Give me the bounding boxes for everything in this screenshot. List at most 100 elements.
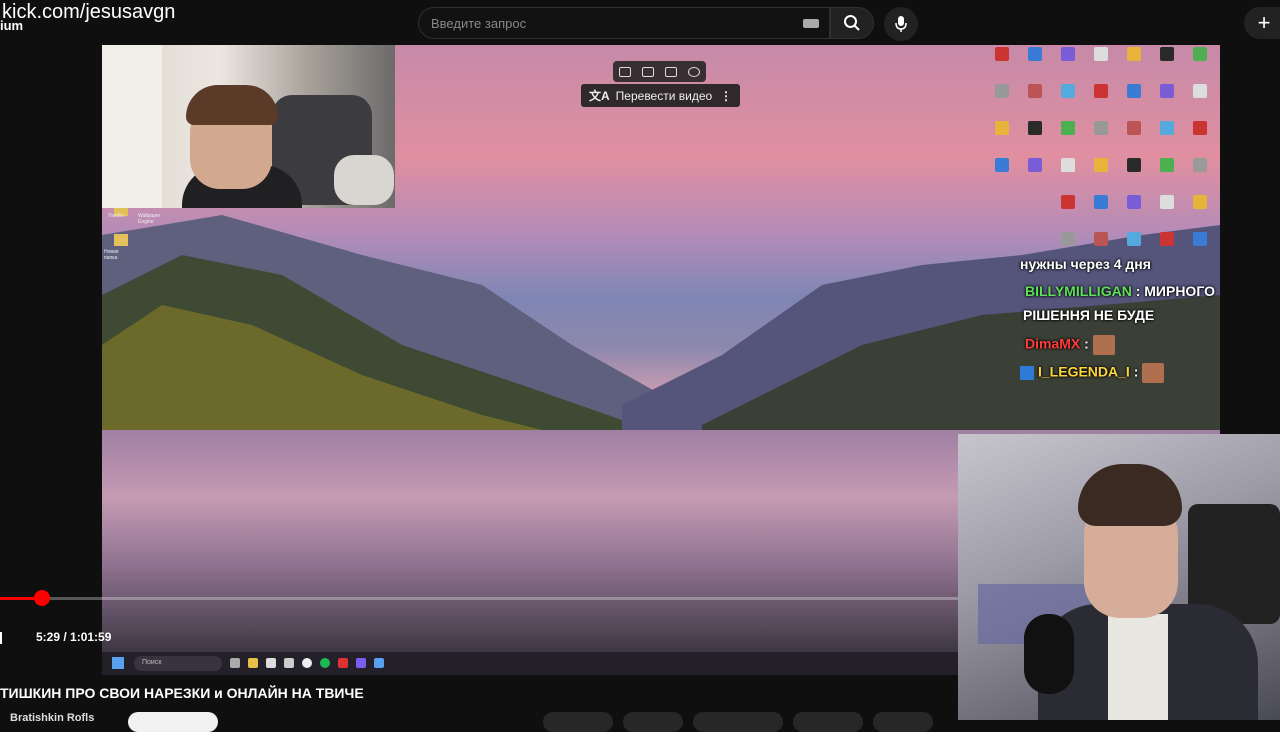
desktop-app-icon[interactable] (1028, 158, 1042, 172)
desktop-app-icon[interactable] (995, 121, 1009, 135)
channel-name[interactable]: Bratishkin Rofls (10, 712, 94, 724)
desktop-app-icon[interactable] (1127, 195, 1141, 209)
more-options-icon[interactable]: ⋮ (720, 89, 732, 103)
desktop-app-icon[interactable] (1193, 121, 1207, 135)
search-input[interactable]: Введите запрос (418, 7, 830, 39)
chat-badge-icon (1020, 366, 1034, 380)
folder-icon[interactable] (114, 234, 128, 246)
microphone (1024, 614, 1074, 694)
chat-text: : (1129, 363, 1139, 380)
windows-start-icon[interactable] (112, 657, 124, 669)
desktop-app-icon[interactable] (1028, 84, 1042, 98)
taskbar-search[interactable]: Поиск (134, 656, 222, 671)
chat-emote-icon (1092, 335, 1115, 355)
desktop-app-icon[interactable] (1061, 195, 1075, 209)
chat-message: BILLYMILLIGAN : МИРНОГО (1025, 283, 1215, 299)
desktop-app-icon[interactable] (1193, 195, 1207, 209)
desktop-app-icon[interactable] (995, 158, 1009, 172)
download-button[interactable] (693, 712, 783, 732)
desktop-app-icon[interactable] (1094, 232, 1108, 246)
chat-message: нужны через 4 дня (1020, 256, 1151, 272)
chat-text: : (1080, 335, 1089, 352)
create-button[interactable]: + (1244, 7, 1280, 39)
desktop-app-icon[interactable] (1061, 47, 1075, 61)
progress-bar[interactable] (0, 597, 958, 600)
video-title: ТИШКИН ПРО СВОИ НАРЕЗКИ и ОНЛАЙН НА ТВИЧ… (0, 685, 364, 701)
desktop-app-icon[interactable] (1193, 232, 1207, 246)
desktop-app-icon[interactable] (1094, 158, 1108, 172)
streamer-webcam-bottom (958, 434, 1280, 720)
video-toolbar (613, 61, 706, 82)
desktop-app-icon[interactable] (995, 84, 1009, 98)
translate-icon: 文A (589, 89, 610, 103)
note-icon[interactable] (665, 66, 678, 77)
desktop-app-icon[interactable] (1094, 84, 1108, 98)
record-icon[interactable] (641, 66, 654, 77)
create-icon: + (1257, 10, 1271, 35)
telegram-icon[interactable] (374, 658, 384, 668)
desktop-app-icon[interactable] (1094, 195, 1108, 209)
desktop-app-icon[interactable] (1061, 121, 1075, 135)
chat-username: DimaMX (1025, 335, 1081, 352)
desktop-icon-label: Yandex (108, 213, 125, 219)
clip-button[interactable] (793, 712, 863, 732)
desktop-app-icon[interactable] (995, 47, 1009, 61)
save-button[interactable] (873, 712, 933, 732)
spotify-icon[interactable] (320, 658, 330, 668)
desktop-app-icon[interactable] (1127, 158, 1141, 172)
chat-text: : МИРНОГО (1131, 283, 1215, 299)
desktop-app-icon[interactable] (1127, 121, 1141, 135)
desktop-app-icon[interactable] (1193, 84, 1207, 98)
subscribe-button[interactable] (128, 712, 218, 732)
like-button[interactable] (543, 712, 613, 732)
translate-video-button[interactable]: 文A Перевести видео ⋮ (581, 84, 740, 107)
share-button[interactable] (623, 712, 683, 732)
streamer-hair (1078, 464, 1182, 526)
play-pause-icon[interactable] (0, 632, 4, 644)
store-icon[interactable] (266, 658, 276, 668)
streamer-hair (186, 85, 278, 125)
desktop-app-icon[interactable] (1160, 158, 1174, 172)
translate-label: Перевести видео (615, 88, 713, 103)
desktop-taskbar: Поиск (102, 652, 962, 675)
desktop-app-icon[interactable] (1160, 232, 1174, 246)
desktop-app-icon[interactable] (1094, 47, 1108, 61)
desktop-app-icon[interactable] (1127, 47, 1141, 61)
translate-icon[interactable] (688, 66, 701, 77)
landscape-mountains (102, 215, 1220, 455)
desktop-app-icon[interactable] (1193, 47, 1207, 61)
desktop-app-icon[interactable] (1160, 195, 1174, 209)
task-view-icon[interactable] (230, 658, 240, 668)
desktop-app-icon[interactable] (1061, 84, 1075, 98)
chat-username: BILLYMILLIGAN (1025, 283, 1132, 299)
app-icon[interactable] (284, 658, 294, 668)
desktop-app-icon[interactable] (1127, 232, 1141, 246)
keyboard-icon[interactable] (803, 19, 819, 28)
progress-scrubber[interactable] (34, 590, 50, 606)
screenshot-icon[interactable] (618, 66, 631, 77)
tshirt (1108, 614, 1168, 720)
voice-search-button[interactable] (884, 7, 918, 41)
desktop-icon-label: Новая папка (104, 249, 119, 261)
chat-message: DimaMX : (1025, 335, 1115, 355)
desktop-app-icon[interactable] (1094, 121, 1108, 135)
desktop-app-icon[interactable] (1160, 84, 1174, 98)
desktop-app-icon[interactable] (1127, 84, 1141, 98)
desktop-app-icon[interactable] (1193, 158, 1207, 172)
desktop-app-icon[interactable] (1160, 121, 1174, 135)
chat-username: I_LEGENDA_I (1038, 363, 1130, 380)
search-button[interactable] (830, 7, 874, 39)
desktop-app-icon[interactable] (1061, 232, 1075, 246)
folder-icon[interactable] (248, 658, 258, 668)
yandex-icon[interactable] (302, 658, 312, 668)
desktop-app-icon[interactable] (1028, 121, 1042, 135)
desktop-app-icon[interactable] (1160, 47, 1174, 61)
red-app-icon[interactable] (338, 658, 348, 668)
discord-icon[interactable] (356, 658, 366, 668)
desktop-icon-label: Wallpaper Engine (138, 213, 161, 225)
chat-text: РІШЕННЯ НЕ БУДЕ (1023, 307, 1155, 323)
desktop-app-icon[interactable] (1028, 47, 1042, 61)
desktop-app-icon[interactable] (1061, 158, 1075, 172)
chat-message: РІШЕННЯ НЕ БУДЕ (1023, 307, 1154, 323)
chat-message: I_LEGENDA_I : (1020, 363, 1165, 383)
